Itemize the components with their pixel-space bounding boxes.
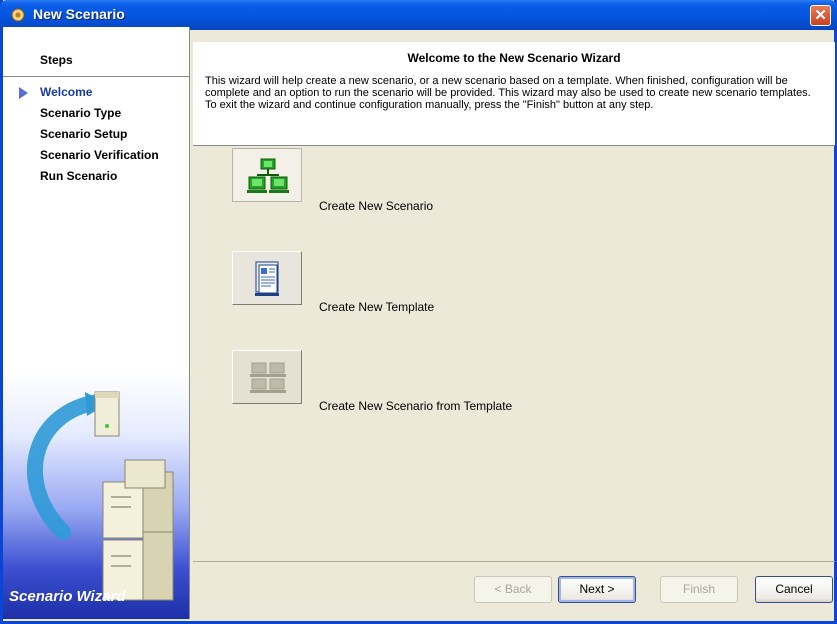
wizard-illustration: Scenario Wizard [3,372,189,619]
cancel-button[interactable]: Cancel [755,576,833,603]
page-title: Welcome to the New Scenario Wizard [407,51,621,65]
welcome-description: This wizard will help create a new scena… [205,75,827,111]
create-new-template-option[interactable]: Create New Template [232,251,434,314]
step-label: Scenario Setup [40,127,128,141]
create-scenario-from-template-option[interactable]: Create New Scenario from Template [232,350,512,413]
step-welcome: Welcome [3,82,189,103]
step-scenario-type: Scenario Type [3,103,189,124]
option-label: Create New Scenario from Template [319,399,513,413]
step-label: Welcome [40,85,93,99]
steps-panel: Steps Welcome Scenario Type Scenario Set… [3,27,190,619]
create-scenario-from-template-button[interactable] [232,350,302,404]
title-bar[interactable]: New Scenario ✕ [0,0,837,30]
option-label: Create New Scenario [319,199,434,213]
finish-button[interactable]: Finish [660,576,738,603]
network-computers-icon [250,362,286,393]
document-template-icon [255,261,279,296]
step-label: Scenario Verification [40,148,159,162]
current-step-arrow-icon [19,87,28,99]
step-scenario-verification: Scenario Verification [3,145,189,166]
step-run-scenario: Run Scenario [3,166,189,187]
step-scenario-setup: Scenario Setup [3,124,189,145]
steps-header: Steps [3,27,189,77]
step-label: Scenario Type [40,106,122,120]
steps-title: Steps [40,53,73,67]
close-button[interactable]: ✕ [810,5,831,26]
next-button[interactable]: Next > [558,576,636,603]
option-label: Create New Template [319,300,435,314]
step-label: Run Scenario [40,169,118,183]
window-title: New Scenario [33,6,125,22]
new-scenario-window: New Scenario ✕ Steps Welcome Scenario Ty… [0,0,837,624]
servers-arrow-icon [27,391,174,601]
wizard-title-label: Scenario Wizard [9,588,126,605]
welcome-header: Welcome to the New Scenario Wizard This … [193,42,835,146]
description-paragraph: To exit the wizard and continue configur… [205,99,654,111]
steps-list: Welcome Scenario Type Scenario Setup Sce… [3,82,189,187]
back-button[interactable]: < Back [474,576,552,603]
create-new-scenario-button[interactable] [232,148,302,202]
network-computers-icon [247,158,289,193]
app-icon [11,8,25,22]
create-new-template-button[interactable] [232,251,302,305]
description-paragraph: This wizard will help create a new scena… [205,75,811,99]
create-new-scenario-option[interactable]: Create New Scenario [232,148,433,213]
footer-divider [193,561,835,562]
